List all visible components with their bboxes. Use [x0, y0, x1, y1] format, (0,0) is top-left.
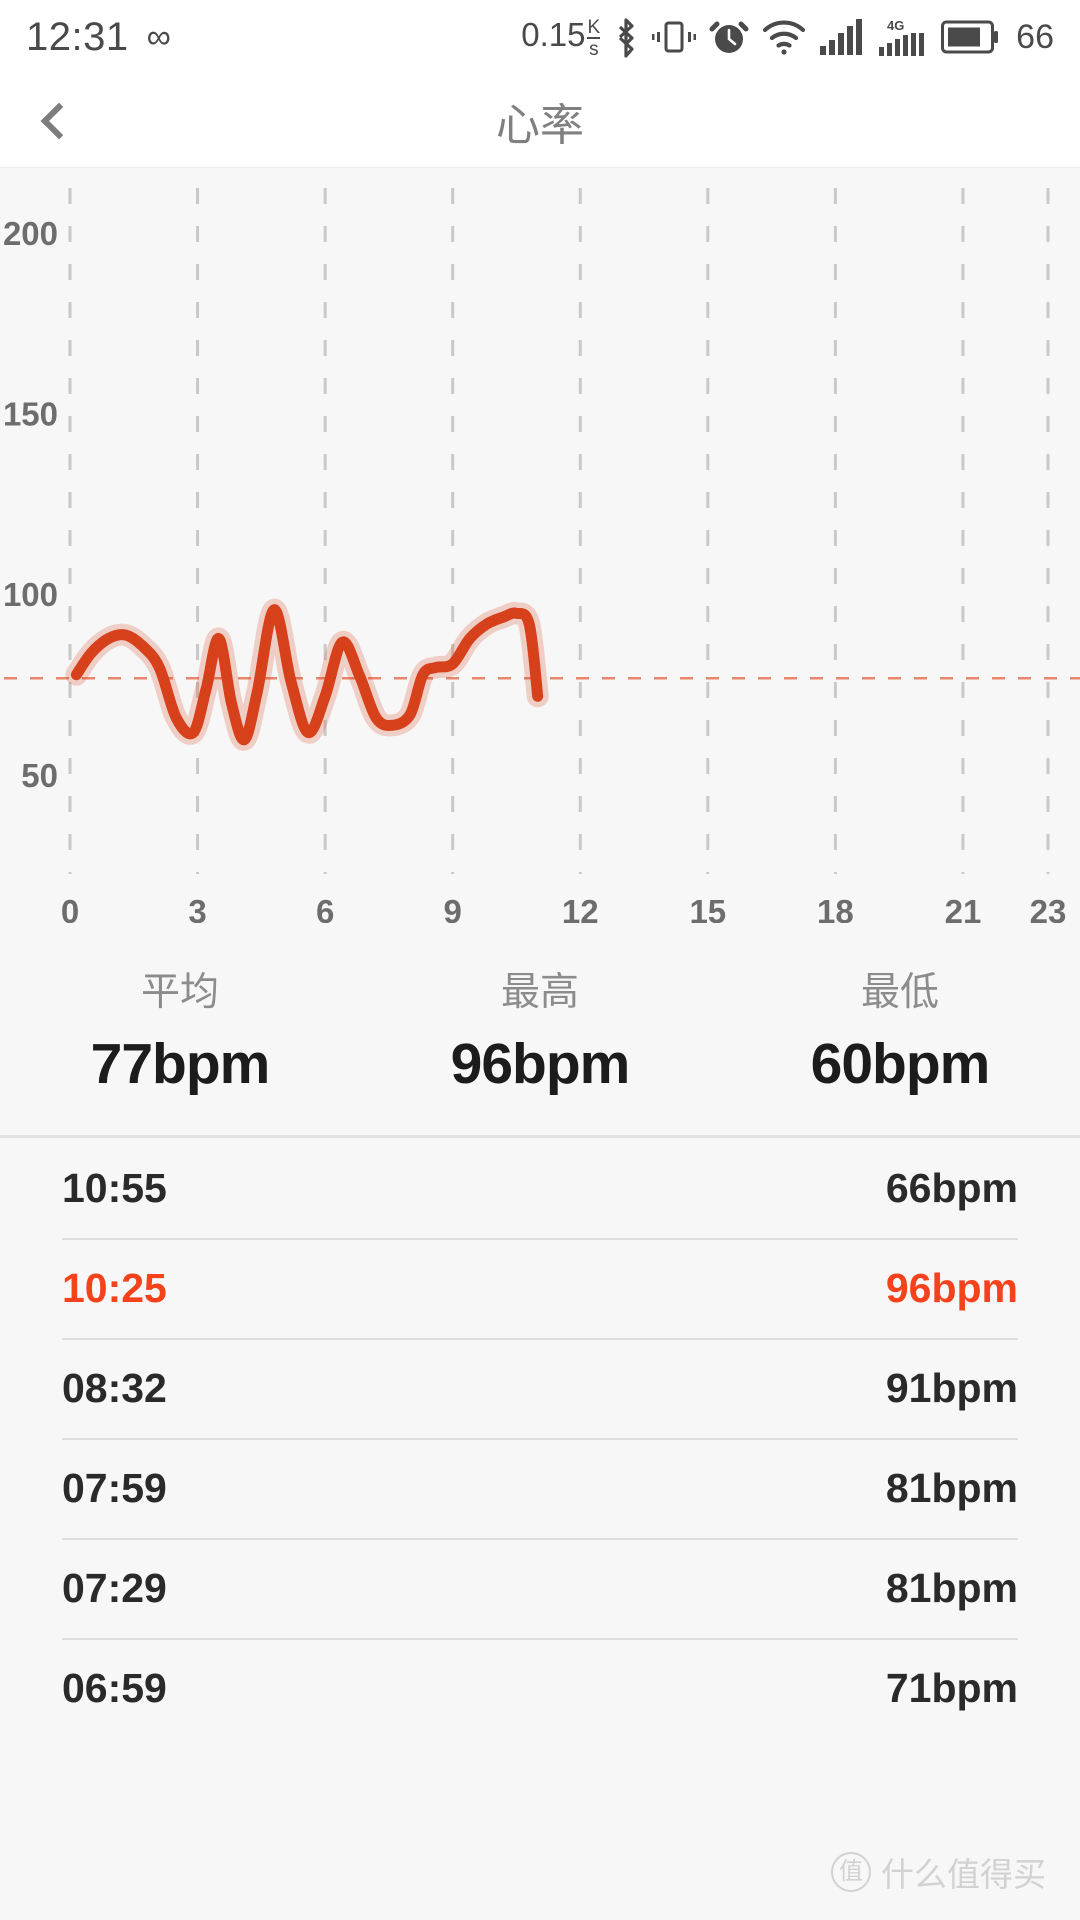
- chart-y-tick-label: 150: [3, 396, 58, 433]
- table-row[interactable]: 06:59 71bpm: [0, 1638, 1080, 1738]
- summary-label-average: 平均: [140, 971, 219, 1014]
- svg-text:4G: 4G: [887, 18, 904, 33]
- chart-x-tick-label: 15: [689, 893, 726, 923]
- network-speed-value: 0.15: [521, 15, 586, 53]
- summary-value-average: 77bpm: [90, 1032, 271, 1096]
- status-bar-left: 12:31 ∞: [26, 15, 171, 60]
- row-time: 06:59: [62, 1664, 167, 1711]
- chart-x-tick-label: 6: [316, 893, 334, 923]
- heart-rate-chart-svg: 200 150 100 50 0 3 6 9 12 15 18 21 23: [0, 168, 1080, 923]
- network-speed-unit: K s: [587, 16, 601, 60]
- infinity-icon: ∞: [146, 18, 171, 56]
- status-bar-right: 0.15 K s 4G 66: [521, 16, 1054, 59]
- row-time: 10:25: [62, 1264, 167, 1311]
- chevron-left-icon: [40, 102, 78, 139]
- wifi-icon: [763, 20, 806, 55]
- watermark-badge-icon: 值: [831, 1852, 871, 1892]
- chart-x-tick-label: 12: [562, 893, 599, 923]
- back-button[interactable]: [0, 74, 110, 168]
- network-speed-unit-den: s: [587, 36, 601, 60]
- table-row[interactable]: 10:25 96bpm: [0, 1238, 1080, 1338]
- row-bpm: 91bpm: [885, 1364, 1018, 1411]
- summary-label-min: 最低: [860, 971, 939, 1014]
- measurement-list: 10:55 66bpm 10:25 96bpm 08:32 91bpm 07:59 81bpm…: [0, 1138, 1080, 1738]
- chart-x-tick-label: 9: [444, 893, 462, 923]
- chart-x-tick-label: 21: [945, 893, 982, 923]
- battery-icon: [941, 20, 999, 54]
- chart-x-tick-label: 23: [1030, 893, 1067, 923]
- row-bpm: 81bpm: [885, 1464, 1018, 1511]
- table-row[interactable]: 07:59 81bpm: [0, 1438, 1080, 1538]
- table-row[interactable]: 07:29 81bpm: [0, 1538, 1080, 1638]
- chart-x-tick-label: 0: [61, 893, 79, 923]
- summary-value-max: 96bpm: [450, 1032, 631, 1096]
- network-speed: 0.15 K s: [521, 15, 601, 60]
- battery-percent: 66: [1016, 17, 1054, 56]
- row-time: 07:59: [62, 1464, 167, 1511]
- status-bar: 12:31 ∞ 0.15 K s 4G 66: [0, 0, 1080, 74]
- network-speed-unit-num: K: [587, 16, 601, 38]
- row-bpm: 81bpm: [885, 1564, 1018, 1611]
- chart-x-tick-label: 3: [188, 893, 206, 923]
- summary-cell-max: 最高 96bpm: [360, 961, 720, 1097]
- page-title: 心率: [496, 100, 584, 150]
- summary-cell-min: 最低 60bpm: [720, 961, 1080, 1097]
- summary-cell-average: 平均 77bpm: [0, 961, 360, 1097]
- summary-value-min: 60bpm: [810, 1032, 991, 1096]
- alarm-icon: [709, 21, 749, 53]
- row-time: 07:29: [62, 1564, 167, 1611]
- row-time: 08:32: [62, 1364, 167, 1411]
- summary-label-max: 最高: [500, 971, 579, 1014]
- chart-y-tick-label: 50: [21, 757, 58, 794]
- bluetooth-icon: [619, 18, 634, 58]
- chart-x-tick-label: 18: [817, 893, 854, 923]
- row-bpm: 66bpm: [885, 1164, 1018, 1211]
- row-time: 10:55: [62, 1164, 167, 1211]
- watermark: 值 什么值得买: [831, 1848, 1046, 1896]
- 4g-signal-icon: 4G: [879, 18, 925, 56]
- watermark-text: 什么值得买: [881, 1856, 1046, 1893]
- chart-y-tick-label: 200: [3, 215, 58, 252]
- chart-background: [0, 168, 1080, 923]
- vibrate-icon: [652, 21, 697, 53]
- summary-stats: 平均 77bpm 最高 96bpm 最低 60bpm: [0, 923, 1080, 1138]
- row-bpm: 71bpm: [885, 1664, 1018, 1711]
- signal-icon: [820, 19, 863, 55]
- row-bpm: 96bpm: [885, 1264, 1018, 1311]
- chart-y-tick-label: 100: [3, 576, 58, 613]
- table-row[interactable]: 08:32 91bpm: [0, 1338, 1080, 1438]
- table-row[interactable]: 10:55 66bpm: [0, 1138, 1080, 1238]
- heart-rate-chart[interactable]: 200 150 100 50 0 3 6 9 12 15 18 21 23: [0, 168, 1080, 923]
- title-bar: 心率: [0, 74, 1080, 168]
- status-time: 12:31: [26, 14, 129, 59]
